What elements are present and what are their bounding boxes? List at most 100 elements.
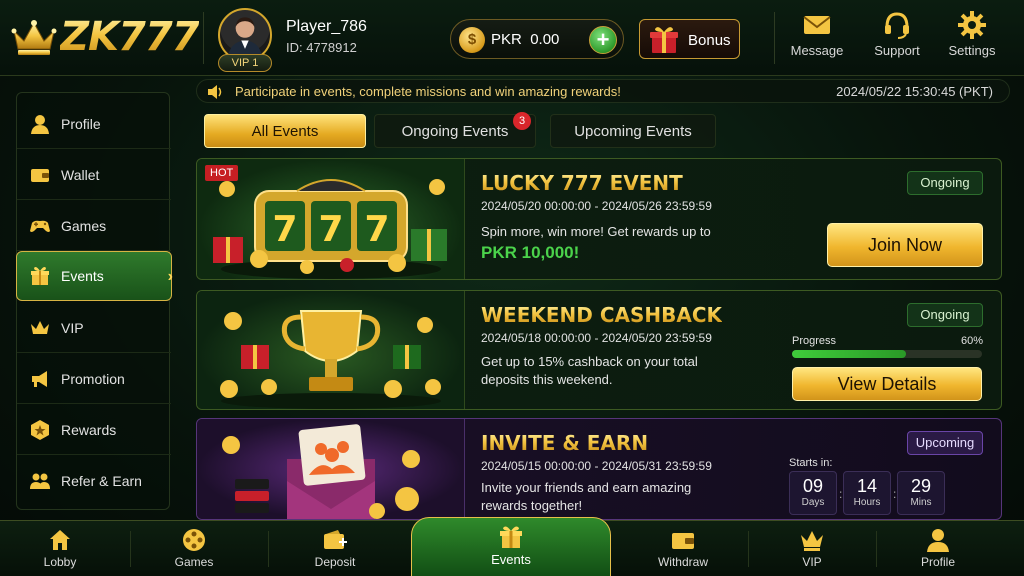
event-title: WEEKEND CASHBACK — [481, 303, 723, 327]
event-banner-image: 7 7 7 HOT — [197, 159, 465, 279]
svg-text:7: 7 — [318, 209, 343, 250]
ongoing-count-badge: 3 — [513, 112, 531, 130]
svg-text:7: 7 — [272, 209, 297, 250]
event-card-weekend-cashback[interactable]: WEEKEND CASHBACK 2024/05/18 00:00:00 - 2… — [196, 290, 1002, 410]
sidebar-item-profile[interactable]: Profile — [17, 99, 171, 149]
user-icon — [31, 114, 49, 134]
sidebar-item-vip[interactable]: VIP — [17, 303, 171, 353]
wallet-icon — [31, 168, 49, 182]
nav-divider — [268, 531, 269, 567]
megaphone-icon — [32, 370, 47, 387]
nav-divider — [748, 531, 749, 567]
message-button[interactable]: Message — [777, 10, 857, 58]
message-label: Message — [790, 43, 844, 58]
balance-text: PKR 0.00 — [491, 31, 559, 48]
announcement-bar: Participate in events, complete missions… — [196, 79, 1010, 103]
countdown-value: 14 — [856, 476, 878, 496]
header-divider — [203, 12, 204, 64]
envelope-icon — [803, 16, 831, 34]
nav-label: VIP — [802, 555, 822, 569]
sidebar-item-refer-earn[interactable]: Refer & Earn — [17, 456, 171, 506]
event-dates: 2024/05/20 00:00:00 - 2024/05/26 23:59:5… — [481, 199, 712, 213]
starts-in-label: Starts in: — [789, 457, 833, 469]
event-banner-image — [197, 419, 465, 519]
nav-deposit[interactable]: Deposit — [295, 521, 375, 576]
event-card-lucky-777[interactable]: 7 7 7 HOT LUCKY 777 EVENT 2024/05/20 00:… — [196, 158, 1002, 280]
sidebar-item-promotion[interactable]: Promotion — [17, 354, 171, 404]
nav-lobby[interactable]: Lobby — [20, 521, 100, 576]
invite-envelope-icon — [222, 424, 420, 519]
nav-games[interactable]: Games — [154, 521, 234, 576]
progress-bar — [792, 350, 982, 358]
countdown-value: 09 — [802, 476, 824, 496]
crown-logo-icon — [11, 20, 57, 55]
header-divider — [774, 12, 775, 64]
tab-upcoming-events[interactable]: Upcoming Events — [550, 114, 716, 148]
bonus-button[interactable]: Bonus — [639, 19, 740, 59]
add-funds-button[interactable]: + — [589, 26, 617, 54]
gear-icon — [958, 11, 986, 39]
status-badge: Ongoing — [907, 171, 983, 195]
countdown-unit: Hours — [853, 497, 881, 508]
event-card-invite-earn[interactable]: INVITE & EARN 2024/05/15 00:00:00 - 2024… — [196, 418, 1002, 520]
nav-label: Lobby — [43, 555, 77, 569]
headset-icon — [885, 12, 909, 39]
settings-button[interactable]: Settings — [932, 10, 1012, 58]
nav-events[interactable]: Events — [411, 517, 611, 576]
settings-label: Settings — [948, 43, 996, 58]
sidebar-item-events[interactable]: Events › — [16, 251, 173, 301]
sidebar-item-rewards[interactable]: Rewards — [17, 405, 171, 455]
player-id: ID: 4778912 — [286, 40, 357, 55]
nav-withdraw[interactable]: Withdraw — [643, 521, 723, 576]
view-details-button[interactable]: View Details — [792, 367, 982, 401]
top-header: ZK777 VIP 1 Player_786 ID: 4778912 $ PKR… — [0, 0, 1024, 76]
event-title: LUCKY 777 EVENT — [481, 171, 683, 195]
countdown-hours: 14 Hours — [843, 471, 891, 515]
sidebar-item-games[interactable]: Games — [17, 201, 171, 251]
event-dates: 2024/05/18 00:00:00 - 2024/05/20 23:59:5… — [481, 331, 712, 345]
countdown-value: 29 — [910, 476, 932, 496]
sidebar-item-label: Promotion — [61, 370, 125, 387]
balance-display: $ PKR 0.00 + — [450, 19, 624, 59]
nav-label: Games — [174, 555, 214, 569]
svg-text:7: 7 — [364, 209, 389, 250]
brand-logo[interactable]: ZK777 — [10, 14, 199, 60]
sidebar-item-wallet[interactable]: Wallet — [17, 150, 171, 200]
status-badge: Ongoing — [907, 303, 983, 327]
event-description: Invite your friends and earn amazing rew… — [481, 480, 692, 513]
people-icon — [30, 473, 50, 489]
countdown-unit: Days — [801, 497, 825, 508]
sidebar-item-label: Wallet — [61, 166, 100, 183]
event-banner-image — [197, 291, 465, 409]
sidebar-item-label: VIP — [61, 319, 84, 336]
speaker-icon — [208, 85, 222, 99]
balance-currency: PKR — [491, 31, 522, 48]
crown-icon — [31, 320, 49, 334]
brand-name: ZK777 — [60, 14, 199, 60]
event-title: INVITE & EARN — [481, 431, 649, 455]
sidebar-item-label: Refer & Earn — [61, 473, 142, 489]
join-now-button[interactable]: Join Now — [827, 223, 983, 267]
sidebar-item-label: Profile — [61, 115, 101, 132]
nav-label: Withdraw — [657, 555, 708, 569]
star-badge-icon — [31, 419, 49, 440]
tab-all-events[interactable]: All Events — [204, 114, 366, 148]
nav-vip[interactable]: VIP — [772, 521, 852, 576]
chevron-right-icon: › — [167, 268, 173, 285]
vip-level-badge: VIP 1 — [218, 54, 272, 72]
avatar-portrait-icon — [227, 17, 263, 60]
current-datetime: 2024/05/22 15:30:45 (PKT) — [836, 84, 993, 99]
support-button[interactable]: Support — [857, 10, 937, 58]
sidebar-item-label: Events — [61, 268, 104, 284]
event-description: Get up to 15% cashback on your total dep… — [481, 354, 698, 387]
nav-profile[interactable]: Profile — [898, 521, 978, 576]
status-badge: Upcoming — [907, 431, 983, 455]
sidebar-item-label: Games — [61, 217, 107, 234]
tab-ongoing-events[interactable]: Ongoing Events — [374, 114, 536, 148]
hot-badge: HOT — [205, 165, 239, 181]
event-description: Spin more, win more! Get rewards up to — [481, 224, 711, 239]
film-reel-icon — [183, 529, 205, 551]
nav-label: Profile — [920, 555, 955, 569]
gift-icon — [31, 267, 49, 285]
countdown-mins: 29 Mins — [897, 471, 945, 515]
